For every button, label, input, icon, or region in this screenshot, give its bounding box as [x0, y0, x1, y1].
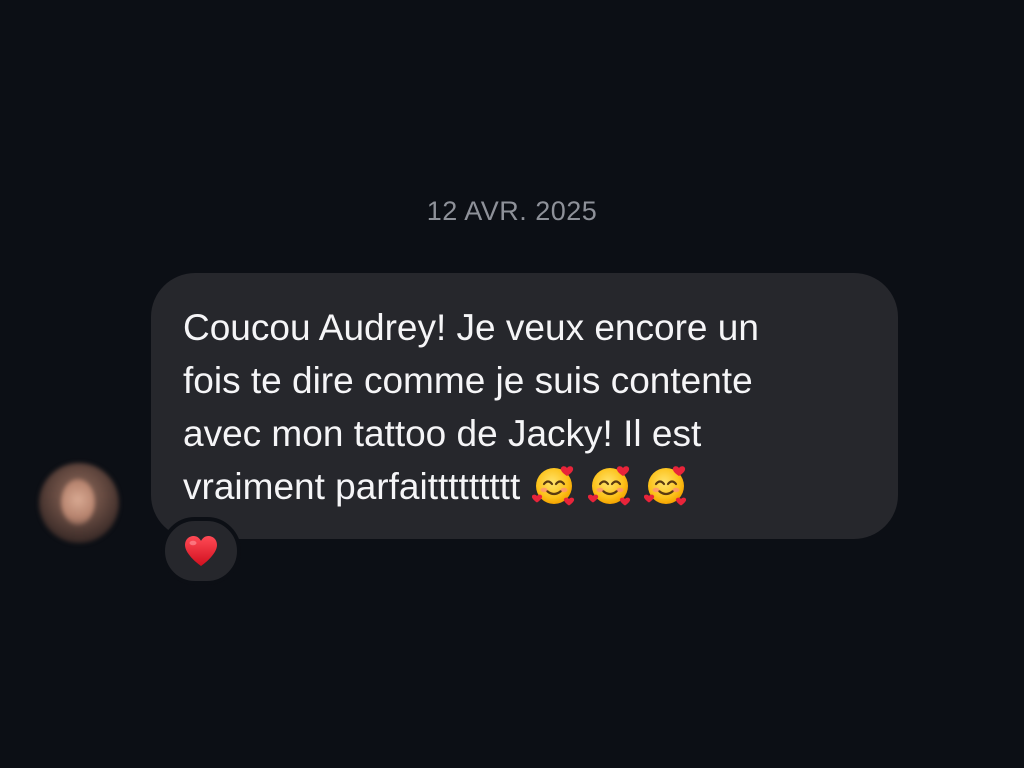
message-bubble[interactable]: Coucou Audrey! Je veux encore un fois te…	[151, 273, 898, 539]
date-separator: 12 AVR. 2025	[426, 196, 598, 226]
smiling-face-with-hearts-icon	[588, 463, 632, 507]
reaction-badge[interactable]	[161, 517, 241, 585]
smiling-face-with-hearts-icon	[644, 463, 688, 507]
message-text-block: Coucou Audrey! Je veux encore un fois te…	[183, 301, 868, 513]
chat-screen: 12 AVR. 2025 Coucou Audrey! Je veux enco…	[0, 0, 1024, 768]
red-heart-icon	[183, 534, 219, 568]
sender-avatar[interactable]	[39, 463, 119, 543]
smiling-face-with-hearts-icon	[532, 463, 576, 507]
avatar-photo	[61, 479, 95, 525]
